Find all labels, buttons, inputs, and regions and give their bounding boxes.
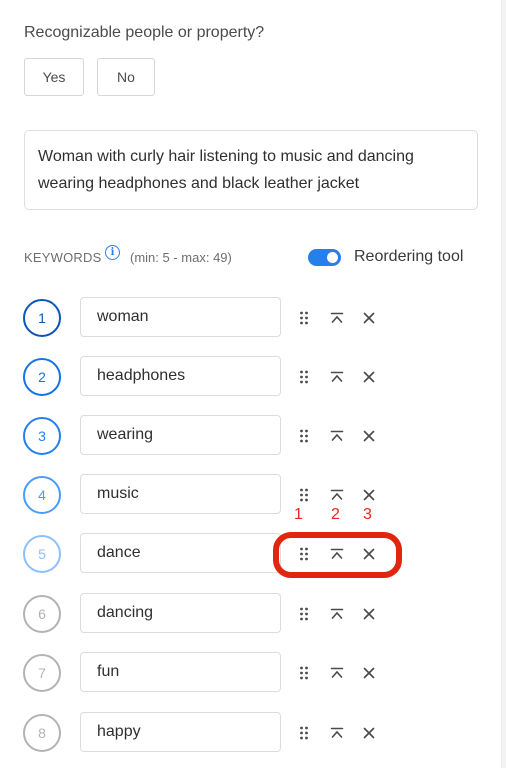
title-textarea[interactable]: Woman with curly hair listening to music… (24, 130, 478, 210)
keyword-input[interactable] (80, 652, 281, 692)
keyword-row: 6 (0, 593, 506, 635)
drag-handle-icon[interactable] (293, 307, 315, 329)
move-to-top-icon[interactable] (326, 307, 348, 329)
keyword-input[interactable] (80, 712, 281, 752)
drag-handle-icon[interactable] (293, 366, 315, 388)
keyword-row: 7 (0, 652, 506, 694)
keyword-index-badge: 2 (23, 358, 61, 396)
move-to-top-icon[interactable] (326, 662, 348, 684)
keywords-label: KEYWORDS (24, 250, 102, 265)
toggle-knob (327, 252, 338, 263)
keyword-index-badge: 1 (23, 299, 61, 337)
drag-handle-icon[interactable] (293, 662, 315, 684)
no-button[interactable]: No (97, 58, 155, 96)
keyword-index-badge: 5 (23, 535, 61, 573)
keyword-row: 1 (0, 297, 506, 339)
drag-handle-icon[interactable] (293, 722, 315, 744)
keyword-input[interactable] (80, 533, 281, 573)
keyword-input[interactable] (80, 356, 281, 396)
keyword-index-badge: 4 (23, 476, 61, 514)
keyword-row: 3 (0, 415, 506, 457)
keyword-row: 8 (0, 712, 506, 754)
keyword-index-badge: 6 (23, 595, 61, 633)
move-to-top-icon[interactable] (326, 425, 348, 447)
remove-icon[interactable] (358, 722, 380, 744)
keyword-index-badge: 3 (23, 417, 61, 455)
recognizable-question: Recognizable people or property? (24, 24, 265, 41)
reordering-tool-label: Reordering tool (354, 248, 464, 265)
drag-handle-icon[interactable] (293, 543, 315, 565)
annotation-label-3: 3 (363, 506, 372, 523)
annotation-label-1: 1 (294, 506, 303, 523)
move-to-top-icon[interactable] (326, 543, 348, 565)
keyword-row: 5 (0, 533, 506, 575)
keyword-index-badge: 8 (23, 714, 61, 752)
reordering-tool-toggle[interactable] (308, 249, 341, 266)
yes-button[interactable]: Yes (24, 58, 84, 96)
remove-icon[interactable] (358, 603, 380, 625)
keyword-input[interactable] (80, 415, 281, 455)
remove-icon[interactable] (358, 662, 380, 684)
drag-handle-icon[interactable] (293, 484, 315, 506)
keyword-input[interactable] (80, 593, 281, 633)
remove-icon[interactable] (358, 484, 380, 506)
drag-handle-icon[interactable] (293, 425, 315, 447)
annotation-label-2: 2 (331, 506, 340, 523)
remove-icon[interactable] (358, 425, 380, 447)
info-icon[interactable]: i (105, 245, 120, 260)
drag-handle-icon[interactable] (293, 603, 315, 625)
move-to-top-icon[interactable] (326, 722, 348, 744)
move-to-top-icon[interactable] (326, 603, 348, 625)
remove-icon[interactable] (358, 543, 380, 565)
keyword-row: 2 (0, 356, 506, 398)
move-to-top-icon[interactable] (326, 366, 348, 388)
keyword-row: 4 (0, 474, 506, 516)
keywords-range: (min: 5 - max: 49) (130, 250, 232, 265)
keyword-index-badge: 7 (23, 654, 61, 692)
remove-icon[interactable] (358, 366, 380, 388)
keyword-input[interactable] (80, 297, 281, 337)
move-to-top-icon[interactable] (326, 484, 348, 506)
keyword-input[interactable] (80, 474, 281, 514)
remove-icon[interactable] (358, 307, 380, 329)
